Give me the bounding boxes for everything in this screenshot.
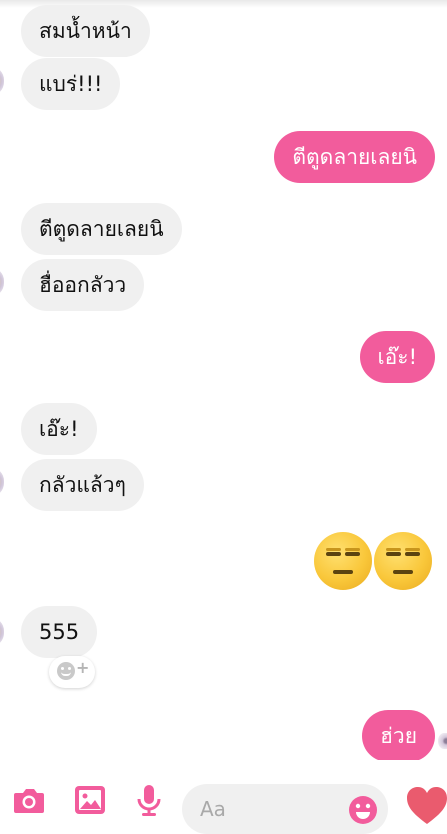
message-composer: Aa <box>0 760 447 834</box>
smile-icon[interactable] <box>347 794 379 826</box>
message-text: สมน้ำหน้า <box>39 19 132 43</box>
expressionless-face-icon[interactable] <box>374 532 432 590</box>
message-input[interactable]: Aa <box>182 784 388 834</box>
message-bubble-incoming[interactable]: 555 <box>21 606 98 658</box>
message-text: ฮื่ออกลัวว <box>39 273 127 297</box>
message-bubble-outgoing[interactable]: เอ๊ะ! <box>359 331 435 383</box>
expressionless-face-icon[interactable] <box>314 532 372 590</box>
message-bubble-outgoing[interactable]: ตีตูดลายเลยนิ <box>274 131 435 183</box>
message-bubble-incoming[interactable]: แบร่!!! <box>21 58 121 110</box>
message-bubble-outgoing[interactable]: ฮ่วย <box>362 710 435 762</box>
camera-icon[interactable] <box>11 782 47 818</box>
plus-icon: + <box>76 658 90 677</box>
microphone-icon[interactable] <box>131 782 167 818</box>
message-text: แบร่!!! <box>39 72 103 96</box>
message-text: ฮ่วย <box>380 724 417 748</box>
message-bubble-incoming[interactable]: ตีตูดลายเลยนิ <box>21 203 182 255</box>
message-thread: สมน้ำหน้า แบร่!!! ตีตูดลายเลยนิ ตีตูดลาย… <box>0 0 447 762</box>
heart-icon[interactable] <box>405 784 447 828</box>
message-text: เอ๊ะ! <box>377 345 418 369</box>
message-text: ตีตูดลายเลยนิ <box>292 145 417 169</box>
contact-avatar[interactable] <box>0 267 4 297</box>
seen-avatar <box>438 733 447 749</box>
contact-avatar[interactable] <box>0 467 4 497</box>
message-text: 555 <box>39 620 80 644</box>
message-bubble-incoming[interactable]: เอ๊ะ! <box>21 403 97 455</box>
message-bubble-incoming[interactable]: กลัวแล้วๆ <box>21 459 144 511</box>
message-input-placeholder: Aa <box>200 797 226 821</box>
message-text: เอ๊ะ! <box>39 417 79 441</box>
reaction-smile-icon <box>57 662 75 680</box>
add-reaction-button[interactable]: + <box>49 656 95 688</box>
message-text: กลัวแล้วๆ <box>39 473 126 497</box>
message-bubble-incoming[interactable]: สมน้ำหน้า <box>21 5 150 57</box>
contact-avatar[interactable] <box>0 66 4 96</box>
gallery-icon[interactable] <box>72 782 108 818</box>
contact-avatar[interactable] <box>0 617 4 647</box>
message-bubble-incoming[interactable]: ฮื่ออกลัวว <box>21 259 145 311</box>
message-text: ตีตูดลายเลยนิ <box>39 217 164 241</box>
